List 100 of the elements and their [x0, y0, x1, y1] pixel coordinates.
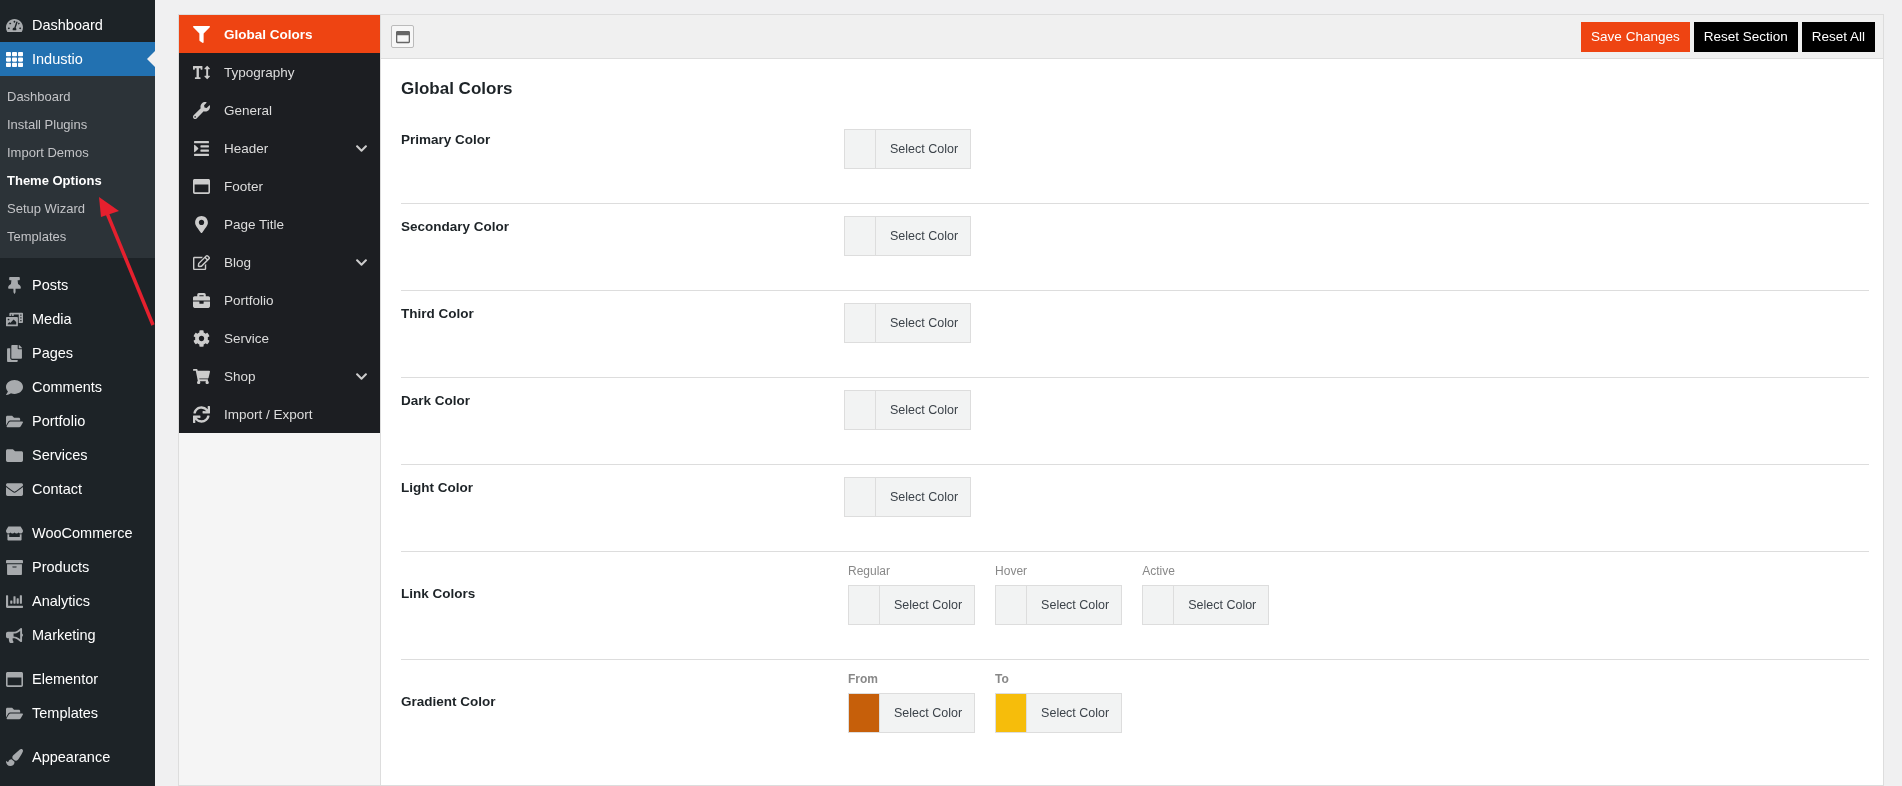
pin-icon [6, 276, 23, 294]
submenu-item[interactable]: Install Plugins [0, 110, 155, 138]
archive-icon [6, 558, 23, 576]
settings-icon [193, 329, 210, 347]
menu-label: WooCommerce [32, 525, 133, 541]
filter-icon [193, 25, 210, 43]
field-label: Link Colors [401, 585, 477, 603]
picker-caption: Regular [848, 564, 892, 578]
admin-menu-item[interactable]: Portfolio [0, 404, 155, 438]
color-picker[interactable]: Select Color [844, 216, 972, 256]
color-picker[interactable]: Select Color [848, 693, 976, 733]
picker-caption: Active [1142, 564, 1176, 578]
sync-icon [193, 405, 210, 423]
nav-label: Footer [224, 178, 265, 194]
toolbar-button[interactable]: Save Changes [1581, 21, 1690, 52]
nav-label: Global Colors [224, 26, 314, 42]
submenu-item[interactable]: Import Demos [0, 138, 155, 166]
envelope-icon [6, 480, 23, 498]
menu-label: Templates [32, 705, 99, 721]
toolbar-button[interactable]: Reset All [1801, 21, 1875, 52]
nav-label: General [224, 102, 274, 118]
admin-menu-item[interactable]: Dashboard [0, 8, 155, 42]
admin-menu-item[interactable]: Pages [0, 336, 155, 370]
admin-menu-item[interactable]: Elementor [0, 662, 155, 696]
menu-label: Appearance [32, 749, 111, 765]
nav-label: Header [224, 140, 270, 156]
color-picker[interactable]: Select Color [844, 303, 972, 343]
color-picker[interactable]: Select Color [844, 477, 972, 517]
menu-label: Pages [32, 345, 74, 361]
indent-icon [193, 139, 210, 157]
admin-menu-item[interactable]: Posts [0, 268, 155, 302]
submenu-item[interactable]: Templates [0, 222, 155, 250]
options-nav-item[interactable]: Typography [179, 53, 380, 91]
admin-menu-item[interactable]: WooCommerce [0, 516, 155, 550]
options-nav-item[interactable]: Portfolio [179, 281, 380, 319]
edit-icon [193, 253, 210, 271]
options-nav-item[interactable]: Global Colors [179, 15, 380, 53]
cart-icon [193, 367, 210, 385]
options-nav-item[interactable]: General [179, 91, 380, 129]
picker-caption: Hover [995, 564, 1029, 578]
layout-icon [395, 29, 410, 44]
menu-label: Products [32, 559, 90, 575]
color-picker[interactable]: Select Color [995, 585, 1123, 625]
color-picker[interactable]: Select Color [848, 585, 976, 625]
admin-menu-item[interactable]: Appearance [0, 740, 155, 774]
store-icon [6, 524, 23, 542]
briefcase-icon [193, 291, 210, 309]
nav-label: Blog [224, 254, 253, 270]
field-label: Light Color [401, 479, 474, 497]
options-nav-item[interactable]: Footer [179, 167, 380, 205]
options-nav-item[interactable]: Blog [179, 243, 380, 281]
nav-label: Portfolio [224, 292, 275, 308]
submenu-item[interactable]: Dashboard [0, 82, 155, 110]
admin-menu-item[interactable]: Products [0, 550, 155, 584]
dashboard-icon [6, 16, 23, 34]
text-height-icon [193, 63, 210, 81]
footer-layout-icon [193, 177, 210, 195]
menu-label: Marketing [32, 627, 96, 643]
pages-icon [6, 344, 23, 362]
menu-label: Comments [32, 379, 103, 395]
options-nav-item[interactable]: Header [179, 129, 380, 167]
folder-icon [6, 446, 23, 464]
nav-label: Typography [224, 64, 296, 80]
speech-bubble-icon [6, 378, 23, 396]
color-picker[interactable]: Select Color [844, 390, 972, 430]
field-label: Third Color [401, 305, 475, 323]
admin-menu-item[interactable]: Contact [0, 472, 155, 506]
admin-menu-item[interactable]: Comments [0, 370, 155, 404]
field-label: Primary Color [401, 131, 492, 149]
options-nav-item[interactable]: Import / Export [179, 395, 380, 433]
admin-menu-item[interactable]: Marketing [0, 618, 155, 652]
admin-menu-item[interactable]: Analytics [0, 584, 155, 618]
megaphone-icon [6, 626, 23, 644]
menu-label: Industio [32, 51, 83, 67]
color-picker[interactable]: Select Color [1142, 585, 1270, 625]
admin-menu-item[interactable]: Industio [0, 42, 155, 76]
nav-label: Service [224, 330, 270, 346]
toolbar-button[interactable]: Reset Section [1693, 21, 1798, 52]
options-nav-item[interactable]: Page Title [179, 205, 380, 243]
picker-caption: To [995, 672, 1010, 686]
nav-label: Shop [224, 368, 257, 384]
wrench-icon [193, 101, 210, 119]
menu-label: Media [32, 311, 72, 327]
bar-chart-icon [6, 592, 23, 610]
layout-toggle-button[interactable] [391, 25, 414, 48]
nav-label: Page Title [224, 216, 286, 232]
color-picker[interactable]: Select Color [844, 129, 972, 169]
menu-label: Services [32, 447, 88, 463]
section-title: Global Colors [401, 78, 514, 100]
options-nav-item[interactable]: Service [179, 319, 380, 357]
color-picker[interactable]: Select Color [995, 693, 1123, 733]
options-nav-item[interactable]: Shop [179, 357, 380, 395]
admin-menu-item[interactable]: Media [0, 302, 155, 336]
submenu-item[interactable]: Theme Options [0, 166, 155, 194]
menu-label: Dashboard [32, 17, 103, 33]
admin-menu-item[interactable]: Services [0, 438, 155, 472]
submenu-item[interactable]: Setup Wizard [0, 194, 155, 222]
admin-menu-item[interactable]: Templates [0, 696, 155, 730]
media-icon [6, 310, 23, 328]
picker-caption: From [848, 672, 879, 686]
